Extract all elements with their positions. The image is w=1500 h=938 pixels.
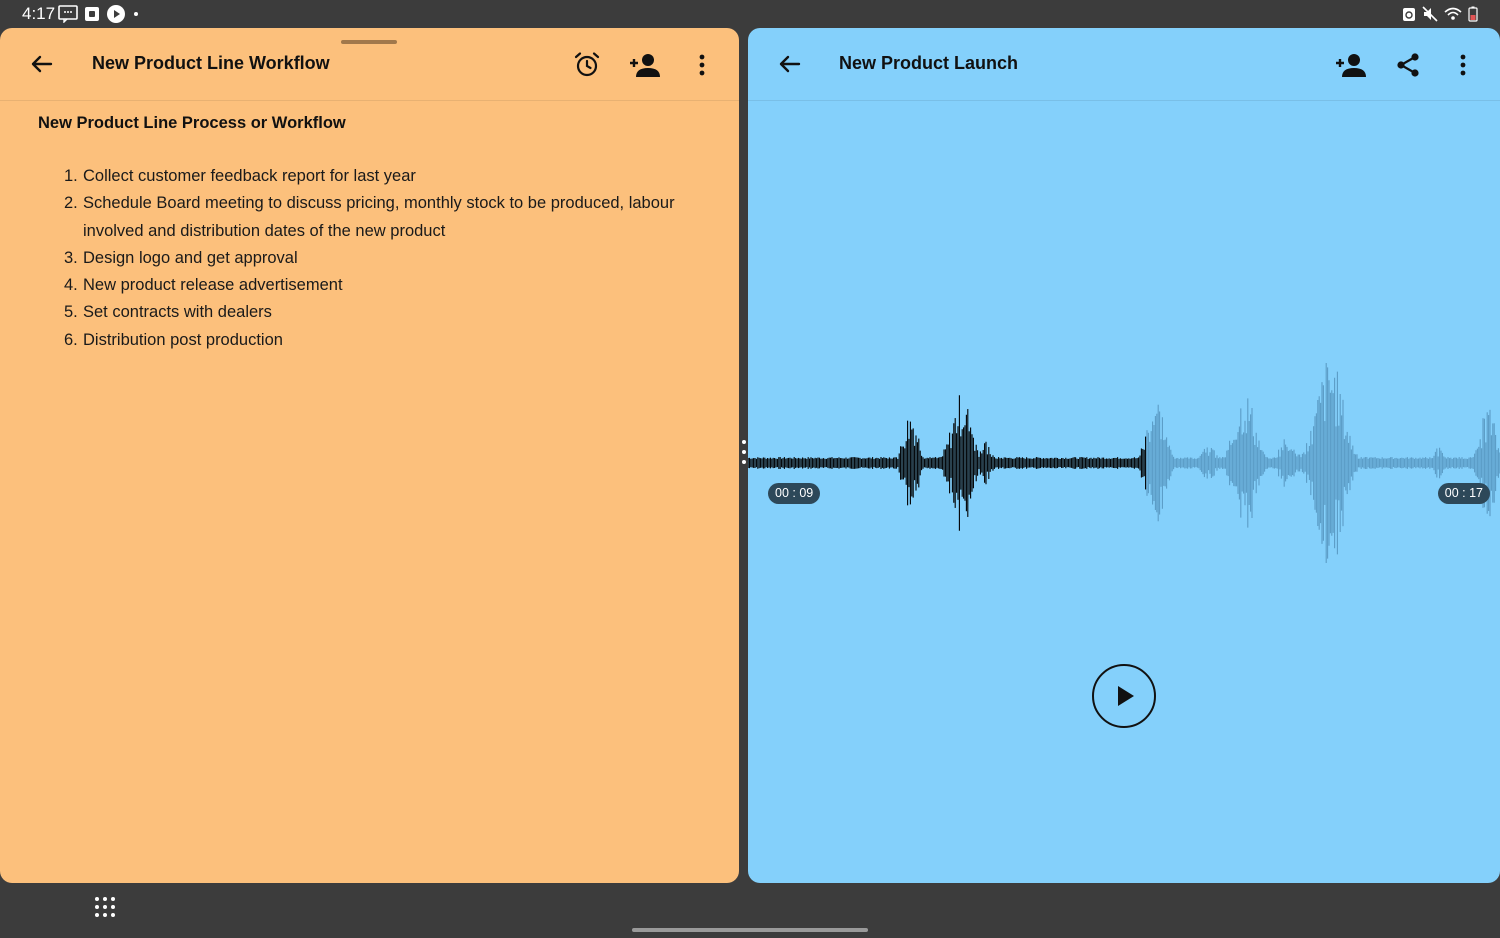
play-notification-icon (107, 5, 125, 23)
list-number: 6. (64, 330, 78, 349)
list-number: 2. (64, 194, 78, 213)
note-app-bar: New Product Line Workflow (0, 28, 739, 101)
split-screen-divider[interactable] (740, 440, 748, 472)
note-body[interactable]: New Product Line Process or Workflow 1. C… (38, 114, 709, 354)
status-time: 4:17 (22, 4, 56, 23)
list-number: 3. (64, 248, 78, 267)
list-number: 5. (64, 303, 78, 322)
dot-icon (134, 12, 138, 16)
total-time-badge: 00 : 17 (1437, 483, 1490, 504)
back-button[interactable] (770, 48, 810, 80)
more-vert-icon (699, 54, 705, 76)
audio-app-bar: New Product Launch (748, 28, 1500, 101)
current-time-badge: 00 : 09 (768, 483, 821, 504)
mute-icon (1422, 6, 1438, 22)
status-bar: 4:17 (0, 0, 1500, 28)
list-item: 3. Design logo and get approval (64, 245, 709, 272)
play-icon (1118, 686, 1134, 706)
sync-icon (1403, 8, 1415, 21)
list-text: Set contracts with dealers (83, 303, 272, 322)
alarm-icon (574, 52, 600, 77)
note-panel: New Product Line Workflow New Product Li… (0, 28, 739, 883)
note-heading: New Product Line Process or Workflow (38, 114, 346, 132)
list-text: New product release advertisement (83, 276, 343, 295)
screenshot-icon (58, 5, 78, 23)
list-text: Distribution post production (83, 330, 283, 349)
list-item: 1. Collect customer feedback report for l… (64, 163, 709, 190)
list-item: 2. Schedule Board meeting to discuss pric… (64, 190, 709, 245)
wifi-icon (1444, 7, 1462, 20)
list-number: 4. (64, 276, 78, 295)
audio-note-panel: New Product Launch 00 : 09 00 : 17 (748, 28, 1500, 883)
list-item: 6. Distribution post production (64, 327, 709, 354)
home-indicator[interactable] (632, 928, 868, 932)
share-button[interactable] (1391, 48, 1425, 82)
collaborator-button[interactable] (1334, 48, 1368, 82)
list-text: Schedule Board meeting to discuss pricin… (83, 194, 675, 240)
reminder-button[interactable] (570, 48, 604, 82)
list-text: Design logo and get approval (83, 248, 298, 267)
more-options-button[interactable] (685, 48, 719, 82)
arrow-back-icon (31, 55, 53, 73)
battery-icon (1468, 6, 1478, 22)
status-right-icons (1402, 6, 1478, 22)
apps-grid-icon (95, 897, 115, 917)
list-item: 4. New product release advertisement (64, 272, 709, 299)
list-number: 1. (64, 167, 78, 185)
audio-waveform[interactable] (748, 248, 1500, 668)
share-icon (1397, 53, 1419, 77)
add-person-icon (630, 54, 660, 77)
note-list: 1. Collect customer feedback report for l… (64, 163, 709, 354)
audio-note-title: New Product Launch (839, 53, 1019, 73)
arrow-back-icon (779, 55, 801, 73)
apps-button[interactable] (92, 894, 118, 920)
back-button[interactable] (22, 48, 62, 80)
status-left-icons (58, 4, 140, 24)
collaborator-button[interactable] (628, 48, 662, 82)
list-item: 5. Set contracts with dealers (64, 299, 709, 326)
more-options-button[interactable] (1446, 48, 1480, 82)
play-button[interactable] (1092, 664, 1156, 728)
add-person-icon (1336, 54, 1366, 77)
more-vert-icon (1460, 54, 1466, 76)
note-title: New Product Line Workflow (92, 53, 330, 73)
list-text: Collect customer feedback report for las… (83, 167, 416, 185)
app-icon (85, 7, 99, 21)
drag-handle[interactable] (341, 40, 397, 44)
